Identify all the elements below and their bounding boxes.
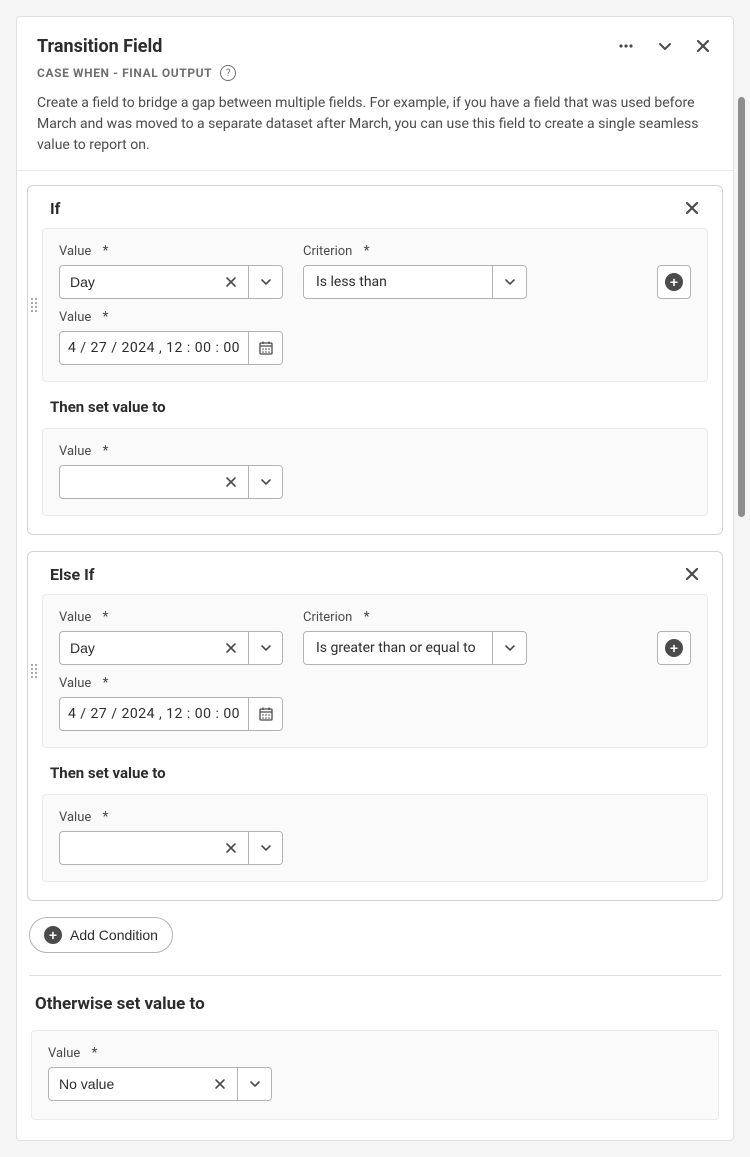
- criterion-value: Is less than: [304, 274, 492, 290]
- divider: [29, 975, 721, 976]
- then-value-combo[interactable]: [59, 831, 283, 865]
- chevron-down-icon: [249, 1078, 261, 1090]
- plus-circle-icon: +: [665, 639, 683, 657]
- ellipsis-icon: [617, 37, 635, 55]
- dropdown-toggle-button[interactable]: [492, 632, 526, 664]
- clear-input-button[interactable]: [214, 266, 248, 298]
- date-value: 4 / 27 / 2024 , 12 : 00 : 00: [60, 698, 248, 730]
- collapse-button[interactable]: [655, 36, 675, 56]
- close-icon: [225, 842, 237, 854]
- panel-subtitle: CASE WHEN - FINAL OUTPUT: [37, 66, 212, 80]
- panel-title: Transition Field: [37, 36, 162, 57]
- close-icon: [684, 566, 700, 582]
- calendar-icon: [258, 340, 274, 356]
- panel-header-actions: [615, 35, 713, 57]
- calendar-icon: [258, 706, 274, 722]
- chevron-down-icon: [504, 276, 516, 288]
- chevron-down-icon: [260, 642, 272, 654]
- close-icon: [214, 1078, 226, 1090]
- panel-body: If Value *: [17, 171, 733, 1140]
- transition-field-panel: Transition Field: [16, 16, 734, 1141]
- add-criterion-button[interactable]: +: [657, 631, 691, 665]
- otherwise-section: Otherwise set value to Value *: [27, 994, 723, 1120]
- value-label: Value *: [59, 309, 691, 325]
- criterion-select[interactable]: Is less than: [303, 265, 527, 299]
- value-label: Value *: [59, 609, 283, 625]
- otherwise-value-input[interactable]: [49, 1068, 203, 1100]
- value-input[interactable]: [60, 632, 214, 664]
- plus-circle-icon: +: [44, 926, 62, 944]
- value-input[interactable]: [60, 266, 214, 298]
- remove-condition-button[interactable]: [682, 198, 702, 218]
- condition-title: If: [50, 199, 60, 218]
- then-subsection: Value *: [42, 428, 708, 516]
- criterion-value: Is greater than or equal to: [304, 640, 492, 656]
- value-label: Value *: [59, 809, 691, 825]
- chevron-down-icon: [260, 476, 272, 488]
- dropdown-toggle-button[interactable]: [248, 466, 282, 498]
- dropdown-toggle-button[interactable]: [492, 266, 526, 298]
- then-set-value-label: Then set value to: [50, 398, 708, 416]
- then-value-input[interactable]: [60, 466, 214, 498]
- add-condition-button[interactable]: + Add Condition: [29, 917, 173, 953]
- value-input-combo[interactable]: [59, 265, 283, 299]
- close-icon: [684, 200, 700, 216]
- remove-condition-button[interactable]: [682, 564, 702, 584]
- value-label: Value *: [59, 443, 691, 459]
- clear-input-button[interactable]: [214, 632, 248, 664]
- criterion-label: Criterion *: [303, 243, 527, 259]
- close-icon: [225, 642, 237, 654]
- condition-block-if: If Value *: [27, 185, 723, 535]
- dropdown-toggle-button[interactable]: [248, 266, 282, 298]
- chevron-down-icon: [260, 842, 272, 854]
- criterion-select[interactable]: Is greater than or equal to: [303, 631, 527, 665]
- calendar-button[interactable]: [248, 332, 282, 364]
- close-button[interactable]: [693, 36, 713, 56]
- dropdown-toggle-button[interactable]: [237, 1068, 271, 1100]
- help-icon[interactable]: ?: [220, 65, 236, 81]
- clear-input-button[interactable]: [203, 1068, 237, 1100]
- drag-handle-icon[interactable]: [31, 664, 37, 678]
- then-value-input[interactable]: [60, 832, 214, 864]
- more-options-button[interactable]: [615, 35, 637, 57]
- clear-input-button[interactable]: [214, 466, 248, 498]
- panel-description: Create a field to bridge a gap between m…: [37, 93, 713, 156]
- dropdown-toggle-button[interactable]: [248, 832, 282, 864]
- value-input-combo[interactable]: [59, 631, 283, 665]
- dropdown-toggle-button[interactable]: [248, 632, 282, 664]
- chevron-down-icon: [657, 38, 673, 54]
- date-input-combo[interactable]: 4 / 27 / 2024 , 12 : 00 : 00: [59, 697, 283, 731]
- chevron-down-icon: [504, 642, 516, 654]
- chevron-down-icon: [260, 276, 272, 288]
- then-value-combo[interactable]: [59, 465, 283, 499]
- close-icon: [225, 476, 237, 488]
- close-icon: [695, 38, 711, 54]
- condition-block-elseif: Else If Value *: [27, 551, 723, 901]
- then-subsection: Value *: [42, 794, 708, 882]
- clear-input-button[interactable]: [214, 832, 248, 864]
- panel-header: Transition Field: [17, 17, 733, 171]
- criterion-label: Criterion *: [303, 609, 527, 625]
- otherwise-value-combo[interactable]: [48, 1067, 272, 1101]
- drag-handle-icon[interactable]: [31, 298, 37, 312]
- calendar-button[interactable]: [248, 698, 282, 730]
- value-label: Value *: [59, 675, 691, 691]
- condition-title: Else If: [50, 565, 94, 584]
- scrollbar[interactable]: [738, 97, 745, 517]
- value-label: Value *: [48, 1045, 702, 1061]
- value-label: Value *: [59, 243, 283, 259]
- plus-circle-icon: +: [665, 273, 683, 291]
- if-criteria-subsection: Value * Criterion *: [42, 228, 708, 382]
- date-value: 4 / 27 / 2024 , 12 : 00 : 00: [60, 332, 248, 364]
- then-set-value-label: Then set value to: [50, 764, 708, 782]
- close-icon: [225, 276, 237, 288]
- elseif-criteria-subsection: Value * Criterion *: [42, 594, 708, 748]
- otherwise-title: Otherwise set value to: [35, 994, 719, 1014]
- add-criterion-button[interactable]: +: [657, 265, 691, 299]
- add-condition-label: Add Condition: [70, 927, 158, 943]
- date-input-combo[interactable]: 4 / 27 / 2024 , 12 : 00 : 00: [59, 331, 283, 365]
